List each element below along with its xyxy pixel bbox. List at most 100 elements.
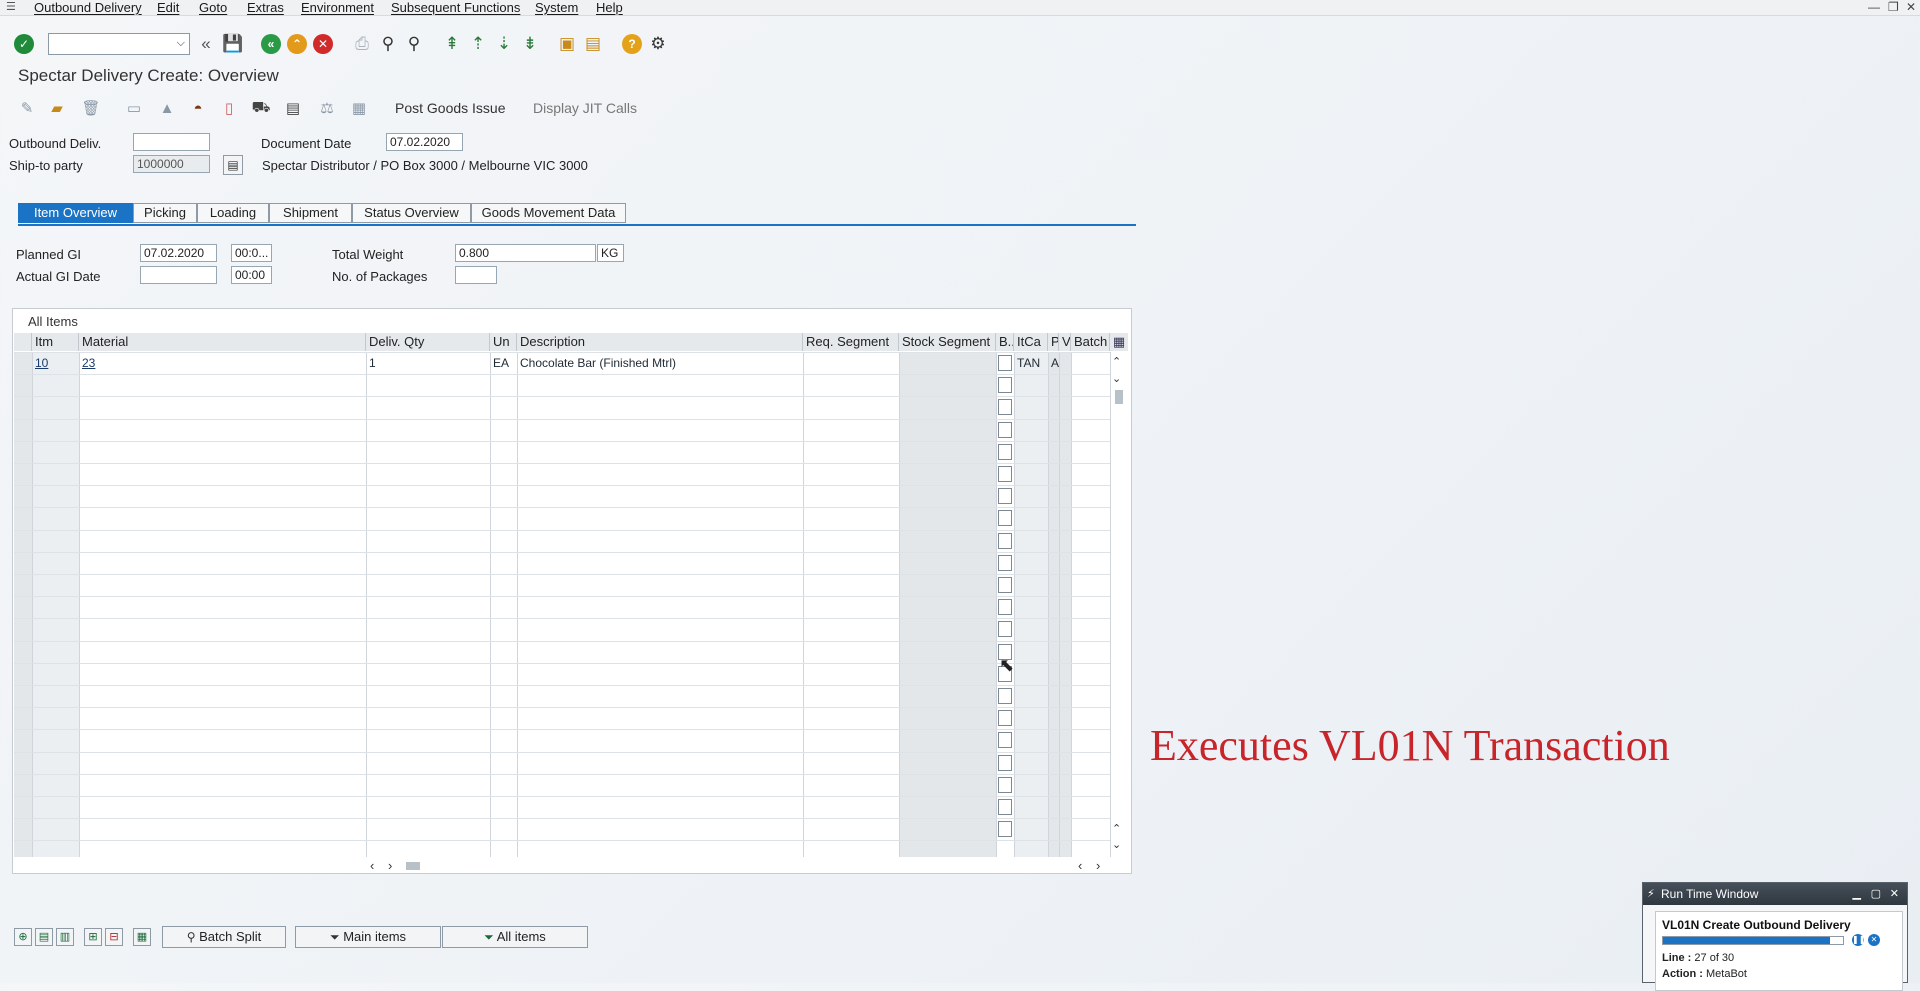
column-settings-button[interactable]: ▦ [1110, 333, 1128, 351]
row-checkbox[interactable] [998, 466, 1012, 482]
column-header-material[interactable]: Material [79, 333, 366, 351]
row-selector-header[interactable] [14, 333, 32, 351]
actual-gi-time-field[interactable]: 00:00 [231, 266, 272, 284]
find-button[interactable]: ⚲ [377, 33, 399, 55]
row-1-req-segment[interactable] [803, 352, 899, 374]
column-header-itm[interactable]: Itm [32, 333, 79, 351]
menu-edit[interactable]: Edit [157, 0, 179, 15]
column-header-b[interactable]: B.. [996, 333, 1014, 351]
row-1-un[interactable]: EA [490, 352, 517, 374]
scroll-down-small-icon[interactable]: ⌄ [1112, 372, 1121, 385]
document-icon[interactable]: ▯ [219, 98, 239, 118]
row-checkbox[interactable] [998, 533, 1012, 549]
grid-icon[interactable]: ▦ [349, 98, 369, 118]
column-header-itca[interactable]: ItCa [1014, 333, 1048, 351]
save-button[interactable]: 💾 [222, 33, 244, 55]
row-checkbox[interactable] [998, 821, 1012, 837]
row-checkbox[interactable] [998, 444, 1012, 460]
pause-icon[interactable]: ❚❚ [1852, 934, 1865, 946]
scroll-left-icon[interactable]: ‹ [370, 858, 374, 873]
column-header-description[interactable]: Description [517, 333, 803, 351]
delete-icon[interactable]: 🗑 [81, 98, 101, 118]
post-goods-issue-button[interactable]: Post Goods Issue [395, 100, 506, 116]
enter-button[interactable]: ✓ [13, 33, 35, 55]
row-1-deliv-qty[interactable]: 1 [366, 352, 490, 374]
menu-system[interactable]: System [535, 0, 578, 15]
scroll-right-end-icon[interactable]: › [1096, 858, 1100, 873]
rtw-minimize-icon[interactable]: ▁ [1853, 883, 1861, 905]
row-checkbox[interactable] [998, 488, 1012, 504]
row-checkbox[interactable] [998, 377, 1012, 393]
print-button[interactable]: ⎙ [351, 33, 373, 55]
deselect-all-button[interactable]: ▥ [56, 928, 74, 946]
address-details-button[interactable]: ▤ [223, 155, 243, 175]
delete-item-button[interactable]: ⊟ [105, 928, 123, 946]
command-field[interactable]: ⌵ [48, 33, 190, 55]
column-header-batch[interactable]: Batch [1071, 333, 1110, 351]
tab-picking[interactable]: Picking [133, 203, 197, 223]
select-all-button[interactable]: ▤ [35, 928, 53, 946]
cancel-button[interactable]: ✕ [312, 33, 334, 55]
row-checkbox[interactable] [998, 422, 1012, 438]
menu-help[interactable]: Help [596, 0, 623, 15]
display-change-icon[interactable]: ✎ [17, 98, 37, 118]
tab-loading[interactable]: Loading [197, 203, 269, 223]
scroll-right-icon[interactable]: › [388, 858, 392, 873]
copy-icon[interactable]: ▰ [47, 98, 67, 118]
minimize-window-icon[interactable]: — [1868, 0, 1880, 14]
tab-shipment[interactable]: Shipment [269, 203, 352, 223]
first-page-button[interactable]: ⇞ [441, 33, 463, 55]
select-icon[interactable]: ▭ [124, 98, 144, 118]
scroll-left-end-icon[interactable]: ‹ [1078, 858, 1082, 873]
row-checkbox[interactable] [998, 599, 1012, 615]
column-header-req-segment[interactable]: Req. Segment [803, 333, 899, 351]
document-date-field[interactable]: 07.02.2020 [386, 133, 463, 151]
mountain-icon[interactable]: ▲ [157, 98, 177, 118]
horizontal-scroll-thumb[interactable] [406, 862, 420, 870]
shortcut-button[interactable]: ▤ [582, 33, 604, 55]
tab-status-overview[interactable]: Status Overview [352, 203, 471, 223]
truck-icon[interactable]: ⛟ [251, 98, 271, 118]
row-checkbox[interactable] [998, 577, 1012, 593]
row-checkbox[interactable] [998, 777, 1012, 793]
row-1-material[interactable]: 23 [79, 352, 366, 374]
total-weight-field[interactable]: 0.800 [455, 244, 596, 262]
row-checkbox[interactable] [998, 510, 1012, 526]
rtw-close-icon[interactable]: ✕ [1890, 883, 1899, 905]
list-icon[interactable]: ▤ [283, 98, 303, 118]
collapse-toolbar-button[interactable]: « [195, 33, 217, 55]
tab-goods-movement-data[interactable]: Goods Movement Data [471, 203, 626, 223]
vertical-scroll-thumb[interactable] [1115, 390, 1123, 404]
packages-field[interactable] [455, 266, 497, 284]
main-items-button[interactable]: ⏷ Main items [295, 926, 441, 948]
scroll-up-icon[interactable]: ⌃ [1112, 355, 1121, 368]
ship-to-party-field[interactable]: 1000000 [133, 155, 210, 173]
find-next-button[interactable]: ⚲ [403, 33, 425, 55]
create-session-button[interactable]: ▣ [556, 33, 578, 55]
column-header-un[interactable]: Un [490, 333, 517, 351]
next-page-button[interactable]: ⇣ [493, 33, 515, 55]
column-header-deliv-qty[interactable]: Deliv. Qty [366, 333, 490, 351]
row-checkbox[interactable] [998, 710, 1012, 726]
column-header-stock-segment[interactable]: Stock Segment [899, 333, 996, 351]
previous-page-button[interactable]: ⇡ [467, 33, 489, 55]
add-item-button[interactable]: ⊞ [84, 928, 102, 946]
menu-extras[interactable]: Extras [247, 0, 284, 15]
weight-unit-field[interactable]: KG [597, 244, 624, 262]
row-checkbox[interactable] [998, 799, 1012, 815]
row-checkbox[interactable] [998, 355, 1012, 371]
row-1-batch[interactable] [1071, 352, 1110, 374]
scroll-page-up-icon[interactable]: ⌃ [1112, 822, 1121, 835]
rtw-maximize-icon[interactable]: ▢ [1871, 883, 1881, 905]
column-header-v[interactable]: V [1059, 333, 1071, 351]
column-header-p[interactable]: P [1048, 333, 1059, 351]
hat-icon[interactable]: ◓ [188, 98, 208, 118]
actual-gi-date-field[interactable] [140, 266, 217, 284]
menu-environment[interactable]: Environment [301, 0, 374, 15]
batch-split-button[interactable]: ⚲ Batch Split [162, 926, 286, 948]
close-window-icon[interactable]: ✕ [1906, 0, 1916, 14]
all-items-button[interactable]: ⏷ All items [442, 926, 588, 948]
row-checkbox[interactable] [998, 621, 1012, 637]
filter-item-button[interactable]: ▦ [133, 928, 151, 946]
menu-goto[interactable]: Goto [199, 0, 227, 15]
